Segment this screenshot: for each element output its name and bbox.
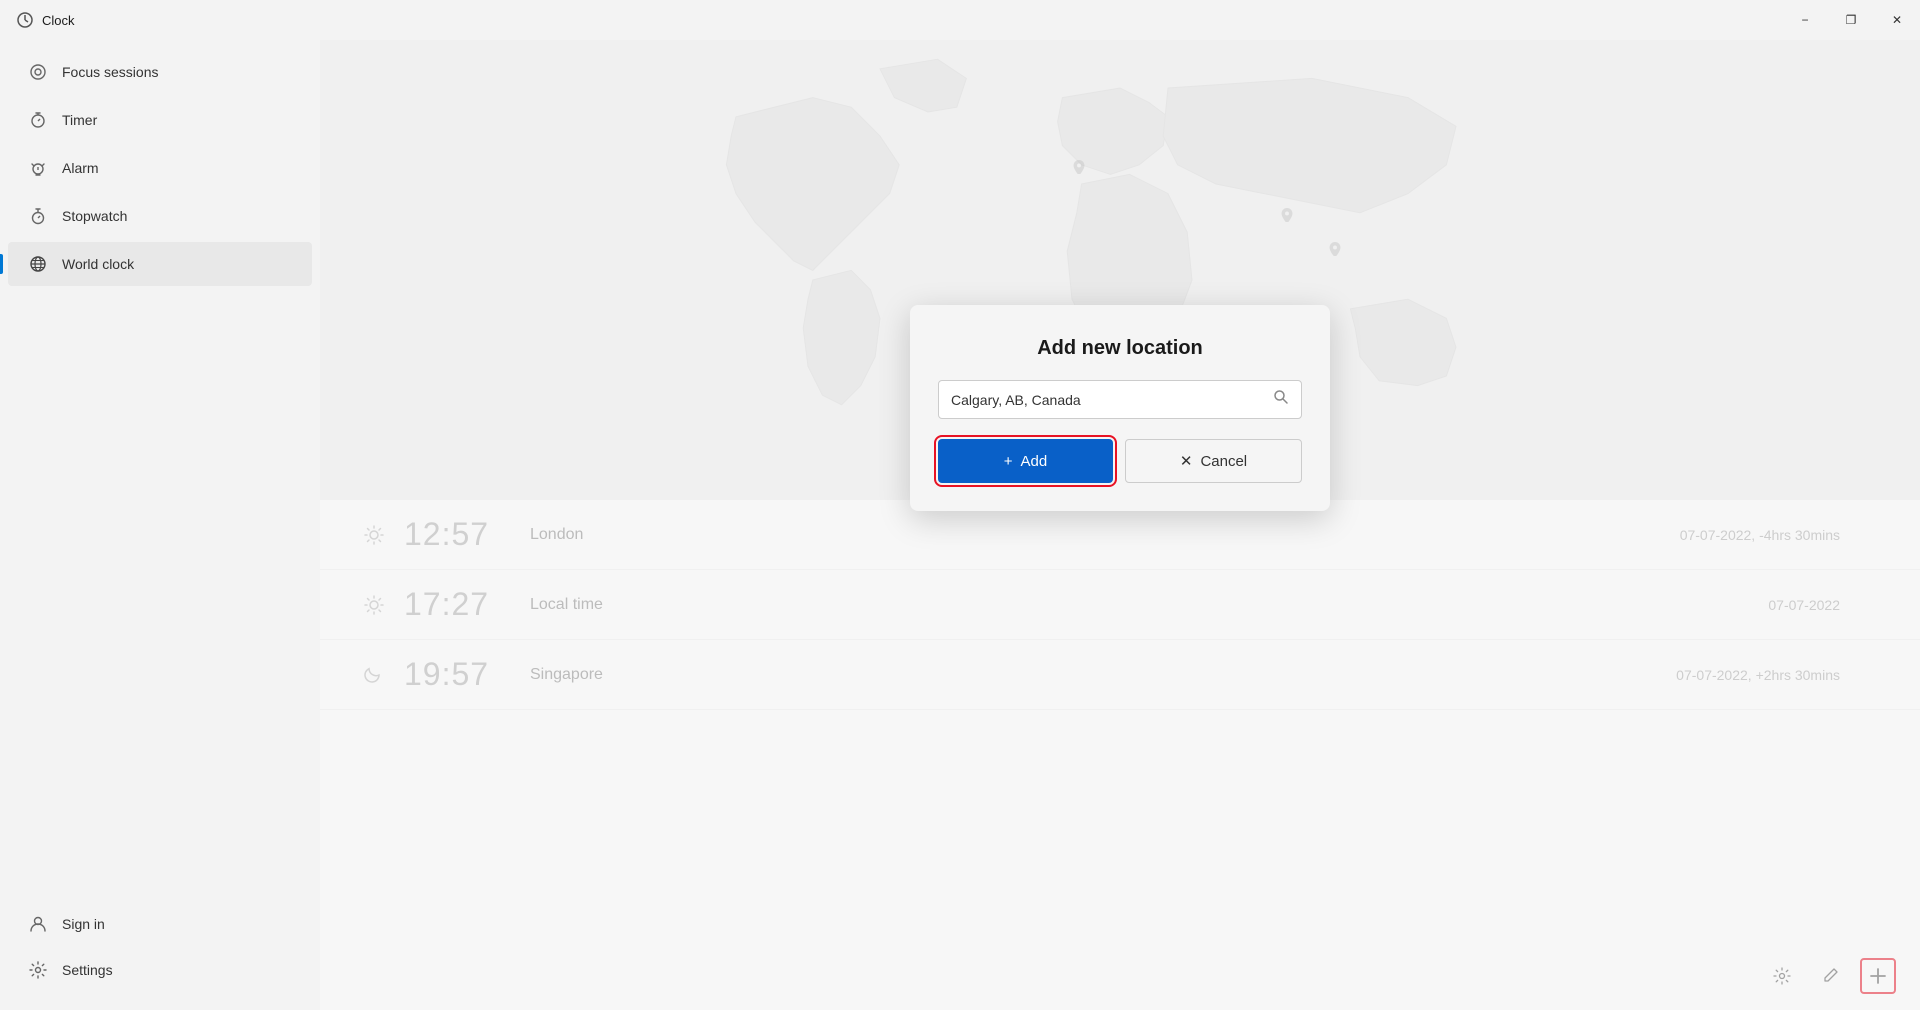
app-icon xyxy=(16,11,34,29)
settings-label: Settings xyxy=(62,962,113,978)
user-icon xyxy=(28,914,48,934)
timer-label: Timer xyxy=(62,112,97,128)
sidebar-item-stopwatch[interactable]: Stopwatch xyxy=(8,194,312,238)
search-icon xyxy=(1273,389,1289,410)
stopwatch-label: Stopwatch xyxy=(62,208,127,224)
worldclock-label: World clock xyxy=(62,256,134,272)
title-bar: Clock − ❐ ✕ xyxy=(0,0,1920,40)
app-title: Clock xyxy=(42,13,75,28)
sidebar-item-signin[interactable]: Sign in xyxy=(8,902,312,946)
sidebar-item-alarm[interactable]: Alarm xyxy=(8,146,312,190)
sidebar: Focus sessions Timer xyxy=(0,40,320,1010)
minimize-button[interactable]: − xyxy=(1782,0,1828,40)
add-label: Add xyxy=(1021,453,1048,470)
settings-icon xyxy=(28,960,48,980)
add-location-dialog: Add new location + Add ✕ Cancel xyxy=(910,305,1330,511)
signin-label: Sign in xyxy=(62,916,105,932)
focus-icon xyxy=(28,62,48,82)
location-search-input[interactable] xyxy=(951,392,1273,408)
dialog-buttons: + Add ✕ Cancel xyxy=(938,439,1302,483)
app-body: Focus sessions Timer xyxy=(0,40,1920,1010)
sidebar-item-focus[interactable]: Focus sessions xyxy=(8,50,312,94)
sidebar-item-worldclock[interactable]: World clock xyxy=(8,242,312,286)
search-input-wrapper xyxy=(938,380,1302,419)
cancel-label: Cancel xyxy=(1200,453,1247,470)
alarm-icon xyxy=(28,158,48,178)
add-plus-icon: + xyxy=(1004,453,1013,470)
close-button[interactable]: ✕ xyxy=(1874,0,1920,40)
sidebar-item-settings[interactable]: Settings xyxy=(8,948,312,992)
timer-icon xyxy=(28,110,48,130)
window-controls: − ❐ ✕ xyxy=(1782,0,1920,40)
cancel-button[interactable]: ✕ Cancel xyxy=(1125,439,1302,483)
worldclock-icon xyxy=(28,254,48,274)
focus-label: Focus sessions xyxy=(62,64,158,80)
cancel-x-icon: ✕ xyxy=(1180,452,1193,470)
dialog-title: Add new location xyxy=(938,337,1302,360)
alarm-label: Alarm xyxy=(62,160,99,176)
sidebar-item-timer[interactable]: Timer xyxy=(8,98,312,142)
add-button[interactable]: + Add xyxy=(938,439,1113,483)
sidebar-bottom: Sign in Settings xyxy=(0,900,320,1002)
restore-button[interactable]: ❐ xyxy=(1828,0,1874,40)
content-area: Add new location + Add ✕ Cancel xyxy=(320,40,1920,1010)
stopwatch-icon xyxy=(28,206,48,226)
dialog-overlay xyxy=(320,40,1920,1010)
